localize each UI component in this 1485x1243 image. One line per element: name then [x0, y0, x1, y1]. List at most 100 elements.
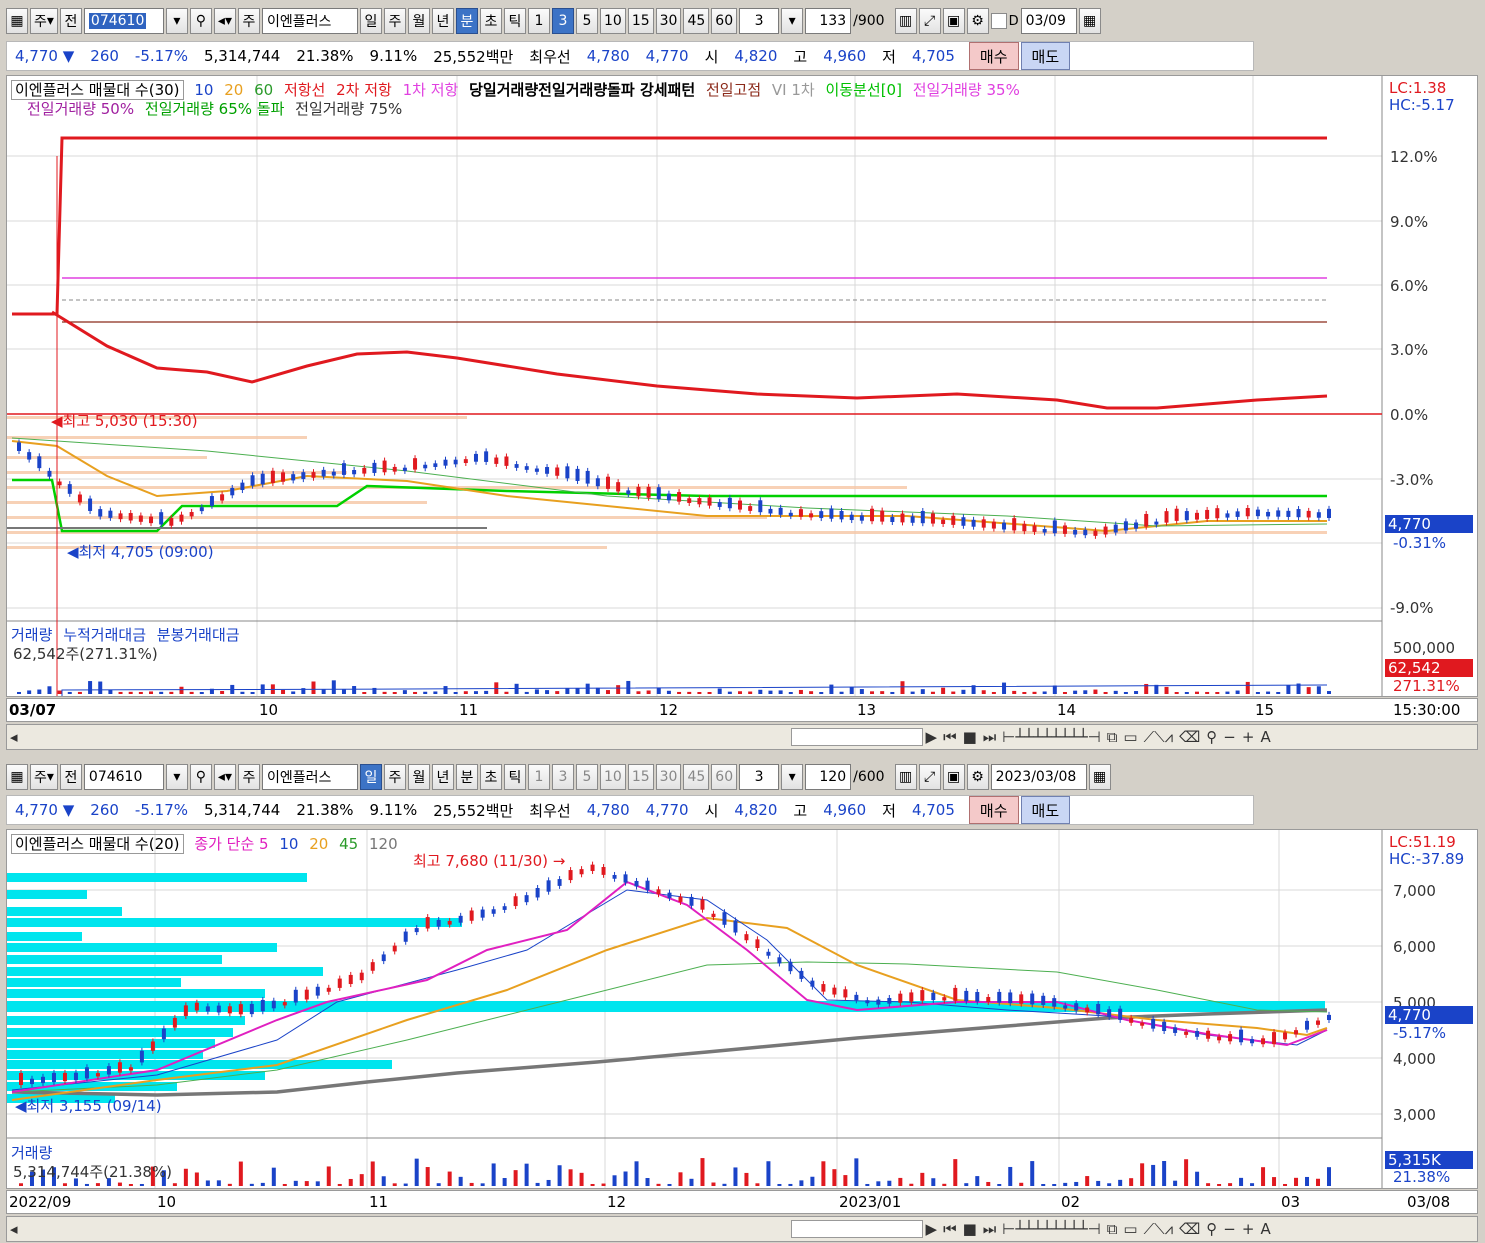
indicator-icon[interactable]: ▥: [894, 764, 917, 790]
forward-icon[interactable]: ⏭: [980, 1220, 1000, 1238]
period-year[interactable]: 년: [431, 8, 454, 34]
minute-1[interactable]: 1: [527, 8, 550, 34]
legend-vol75[interactable]: 전일거래량 75%: [295, 100, 402, 118]
zoom-out-icon[interactable]: −: [1220, 728, 1239, 746]
legend-volume-profile[interactable]: 이엔플러스 매물대 수(20): [11, 834, 184, 854]
top-price-chart[interactable]: 이엔플러스 매물대 수(30) 10 20 60 저항선 2차 저항 1차 저항…: [6, 75, 1478, 697]
legend-vol65[interactable]: 전일거래량 65% 돌파: [145, 100, 284, 118]
layout-icon[interactable]: ▭: [1120, 728, 1140, 746]
indicator-icon[interactable]: ▥: [894, 8, 917, 34]
search-icon[interactable]: ⚲: [189, 8, 212, 34]
legend-ma120[interactable]: 120: [369, 835, 398, 853]
minute-3[interactable]: 3: [551, 8, 574, 34]
legend-prev-high[interactable]: 전일고점: [706, 81, 761, 99]
unit-dropdown[interactable]: ▾: [781, 8, 804, 34]
copy-icon[interactable]: ⧉: [1104, 1220, 1121, 1238]
stop-icon[interactable]: ■: [960, 1220, 980, 1238]
zoom-slider[interactable]: ⊢┴┴┴┴┴┴┴┴⊣: [999, 1220, 1103, 1238]
calendar-icon[interactable]: ▦: [1088, 764, 1111, 790]
minute-45[interactable]: 45: [683, 8, 710, 34]
buy-button[interactable]: 매수: [968, 42, 1019, 70]
prev-button[interactable]: 전: [59, 8, 82, 34]
compare-icon[interactable]: ⤢: [918, 8, 941, 34]
minute-30[interactable]: 30: [655, 8, 682, 34]
period-week[interactable]: 주: [383, 764, 406, 790]
magnifier-icon[interactable]: ⚲: [1203, 728, 1220, 746]
auto-scale-icon[interactable]: A: [1257, 1220, 1273, 1238]
legend-resistance1[interactable]: 1차 저항: [403, 81, 459, 99]
speaker-icon[interactable]: ◂▾: [213, 8, 236, 34]
play-icon[interactable]: ▶: [923, 1220, 941, 1238]
code-input[interactable]: 074610: [83, 8, 164, 34]
compare-icon[interactable]: ⤢: [918, 764, 941, 790]
market-select[interactable]: 주 ▾: [30, 8, 58, 34]
sell-button[interactable]: 매도: [1020, 42, 1071, 70]
minute-10[interactable]: 10: [599, 8, 626, 34]
code-dropdown[interactable]: ▾: [165, 8, 188, 34]
minute-15[interactable]: 15: [627, 764, 654, 790]
minute-60[interactable]: 60: [711, 764, 738, 790]
scroll-left-icon[interactable]: ◂: [7, 1220, 21, 1238]
date-checkbox[interactable]: [990, 13, 1007, 29]
period-second[interactable]: 초: [479, 8, 502, 34]
legend-resistance[interactable]: 저항선: [284, 81, 325, 99]
save-icon[interactable]: ▣: [942, 8, 965, 34]
chart-menu-icon[interactable]: ▦: [6, 764, 28, 790]
buy-button[interactable]: 매수: [968, 796, 1019, 824]
unit-dropdown[interactable]: ▾: [781, 764, 804, 790]
bottom-price-chart[interactable]: 이엔플러스 매물대 수(20) 종가 단순 5 10 20 45 120 LC:…: [6, 829, 1478, 1189]
speaker-icon[interactable]: ◂▾: [213, 764, 236, 790]
legend-ma10[interactable]: 10: [279, 835, 298, 853]
prev-button[interactable]: 전: [59, 764, 82, 790]
minute-5[interactable]: 5: [575, 8, 598, 34]
draw-tools-icon[interactable]: ⟋⟍⩘: [1141, 728, 1176, 746]
period-tick[interactable]: 틱: [503, 8, 526, 34]
copy-icon[interactable]: ⧉: [1104, 728, 1121, 746]
unit-input[interactable]: 3: [739, 8, 780, 34]
eraser-icon[interactable]: ⌫: [1176, 728, 1203, 746]
search-icon[interactable]: ⚲: [189, 764, 212, 790]
stop-icon[interactable]: ■: [960, 728, 980, 746]
play-icon[interactable]: ▶: [923, 728, 941, 746]
period-month[interactable]: 월: [407, 764, 430, 790]
date-input[interactable]: 03/09: [1020, 8, 1077, 34]
legend-volume-profile[interactable]: 이엔플러스 매물대 수(30): [11, 80, 184, 100]
count-input[interactable]: 120: [805, 764, 852, 790]
legend-cum-amount[interactable]: 누적거래대금: [63, 626, 146, 644]
code-dropdown[interactable]: ▾: [165, 764, 188, 790]
zoom-out-icon[interactable]: −: [1220, 1220, 1239, 1238]
rewind-icon[interactable]: ⏮: [940, 728, 960, 746]
minute-5[interactable]: 5: [575, 764, 598, 790]
period-day[interactable]: 일: [359, 8, 382, 34]
minute-10[interactable]: 10: [599, 764, 626, 790]
legend-ma10[interactable]: 10: [194, 81, 213, 99]
period-second[interactable]: 초: [479, 764, 502, 790]
period-day[interactable]: 일: [359, 764, 382, 790]
period-year[interactable]: 년: [431, 764, 454, 790]
chart-menu-icon[interactable]: ▦: [6, 8, 28, 34]
scroll-thumb[interactable]: [790, 1220, 923, 1238]
scroll-track[interactable]: [21, 1220, 791, 1238]
legend-volume[interactable]: 거래량: [11, 626, 52, 644]
minute-30[interactable]: 30: [655, 764, 682, 790]
legend-resistance2[interactable]: 2차 저항: [336, 81, 392, 99]
period-minute[interactable]: 분: [455, 764, 478, 790]
minute-3[interactable]: 3: [551, 764, 574, 790]
unit-input[interactable]: 3: [739, 764, 780, 790]
minute-15[interactable]: 15: [627, 8, 654, 34]
period-minute[interactable]: 분: [455, 8, 478, 34]
scroll-track[interactable]: [21, 728, 791, 746]
period-month[interactable]: 월: [407, 8, 430, 34]
layout-icon[interactable]: ▭: [1120, 1220, 1140, 1238]
zoom-in-icon[interactable]: +: [1239, 728, 1258, 746]
gear-icon[interactable]: ⚙: [966, 8, 989, 34]
calendar-icon[interactable]: ▦: [1078, 8, 1101, 34]
minute-60[interactable]: 60: [711, 8, 738, 34]
legend-close-ma5[interactable]: 종가 단순 5: [194, 835, 268, 853]
count-input[interactable]: 133: [805, 8, 852, 34]
rewind-icon[interactable]: ⏮: [940, 1220, 960, 1238]
gear-icon[interactable]: ⚙: [966, 764, 989, 790]
scroll-thumb[interactable]: [790, 728, 923, 746]
eraser-icon[interactable]: ⌫: [1176, 1220, 1203, 1238]
period-week[interactable]: 주: [383, 8, 406, 34]
